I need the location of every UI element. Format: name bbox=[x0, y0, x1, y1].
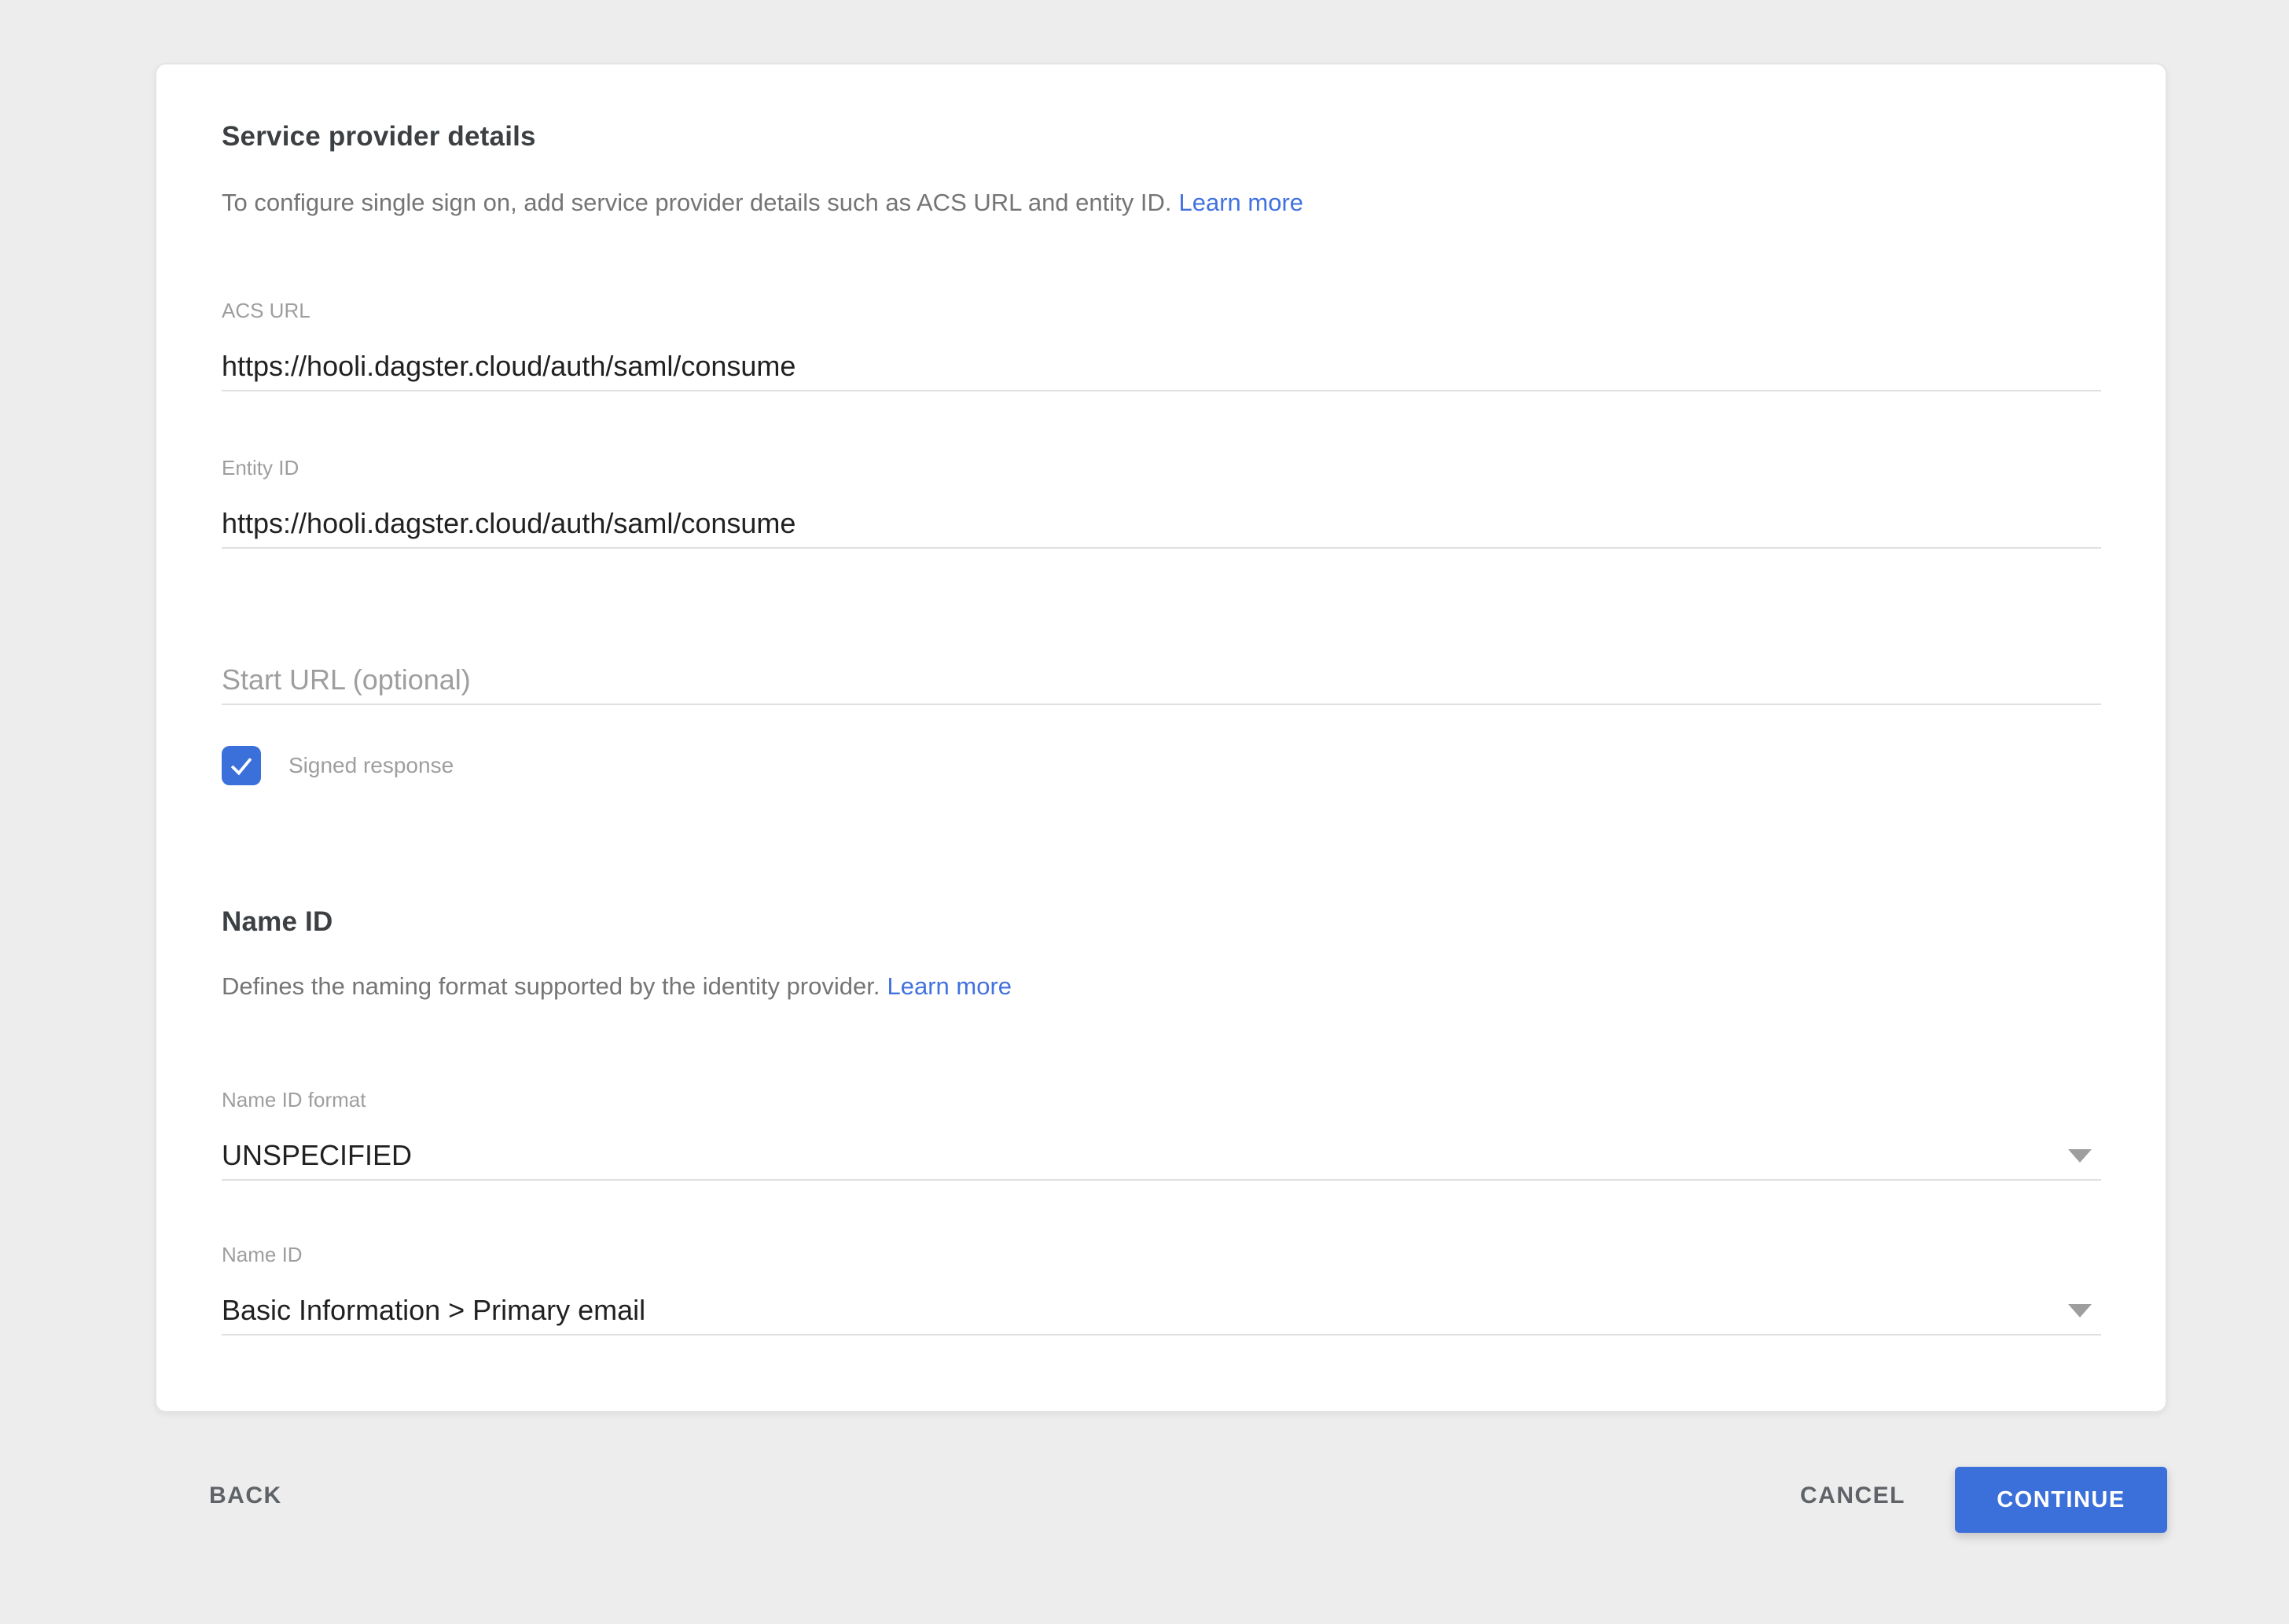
name-id-value-row: Basic Information > Primary email bbox=[222, 1293, 2101, 1336]
name-id-description-text: Defines the naming format supported by t… bbox=[222, 972, 880, 1000]
cancel-button[interactable]: CANCEL bbox=[1800, 1483, 1905, 1509]
start-url-field bbox=[222, 663, 2101, 705]
dropdown-arrow-icon bbox=[2068, 1149, 2092, 1163]
sso-config-page: Service provider details To configure si… bbox=[0, 0, 2289, 1624]
start-url-input[interactable] bbox=[222, 663, 2101, 705]
acs-url-field: ACS URL bbox=[222, 297, 2101, 391]
name-id-description: Defines the naming format supported by t… bbox=[222, 971, 2101, 1002]
service-provider-card: Service provider details To configure si… bbox=[155, 63, 2167, 1413]
signed-response-label: Signed response bbox=[288, 753, 454, 778]
acs-url-input[interactable] bbox=[222, 349, 2101, 391]
name-id-format-value-row: UNSPECIFIED bbox=[222, 1138, 2101, 1181]
section-title-name-id: Name ID bbox=[222, 906, 2101, 938]
continue-button[interactable]: CONTINUE bbox=[1955, 1467, 2167, 1533]
entity-id-input[interactable] bbox=[222, 506, 2101, 549]
service-provider-description: To configure single sign on, add service… bbox=[222, 187, 2101, 219]
signed-response-checkbox[interactable] bbox=[222, 746, 261, 785]
service-provider-description-text: To configure single sign on, add service… bbox=[222, 189, 1172, 216]
back-button[interactable]: BACK bbox=[209, 1483, 282, 1509]
learn-more-link-service-provider[interactable]: Learn more bbox=[1179, 189, 1304, 216]
signed-response-row: Signed response bbox=[222, 746, 454, 785]
name-id-select[interactable]: Name ID Basic Information > Primary emai… bbox=[222, 1241, 2101, 1336]
name-id-value: Basic Information > Primary email bbox=[222, 1293, 645, 1328]
checkmark-icon bbox=[226, 751, 256, 781]
acs-url-label: ACS URL bbox=[222, 297, 2101, 324]
name-id-format-select[interactable]: Name ID format UNSPECIFIED bbox=[222, 1086, 2101, 1181]
name-id-format-label: Name ID format bbox=[222, 1086, 2101, 1113]
learn-more-link-name-id[interactable]: Learn more bbox=[887, 972, 1012, 1000]
name-id-label: Name ID bbox=[222, 1241, 2101, 1268]
section-title-service-provider: Service provider details bbox=[222, 121, 2101, 152]
entity-id-field: Entity ID bbox=[222, 454, 2101, 549]
name-id-format-value: UNSPECIFIED bbox=[222, 1138, 412, 1173]
entity-id-label: Entity ID bbox=[222, 454, 2101, 481]
dropdown-arrow-icon bbox=[2068, 1304, 2092, 1317]
